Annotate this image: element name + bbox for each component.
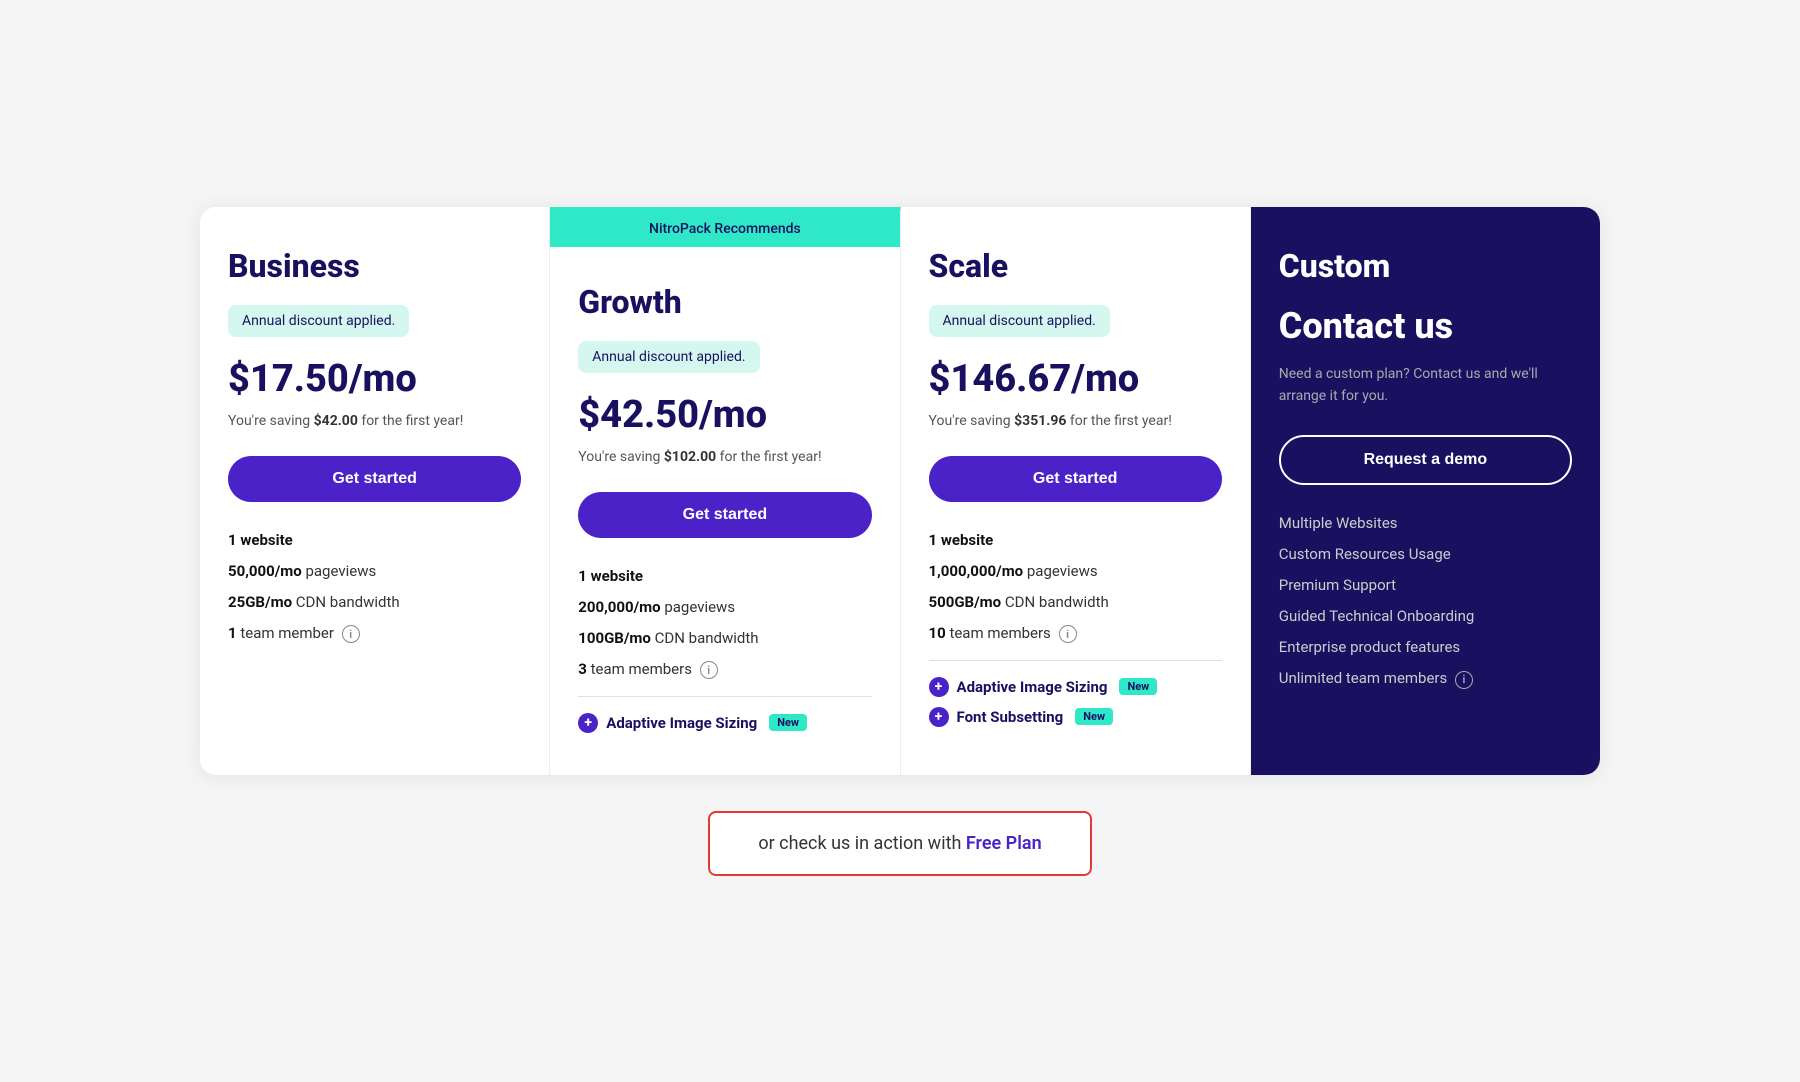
feature-pageviews-scale: 1,000,000/mo pageviews — [929, 561, 1222, 582]
feature-websites-growth: 1 website — [578, 566, 871, 587]
get-started-button-business[interactable]: Get started — [228, 456, 521, 502]
plan-name-growth: Growth — [578, 283, 871, 321]
pricing-wrapper: Business Annual discount applied. $17.50… — [200, 207, 1600, 876]
discount-badge-business: Annual discount applied. — [228, 305, 409, 337]
discount-badge-scale: Annual discount applied. — [929, 305, 1110, 337]
info-icon-team-scale[interactable]: i — [1059, 625, 1077, 643]
feature-cdn-business: 25GB/mo CDN bandwidth — [228, 592, 521, 613]
features-list-growth: 1 website 200,000/mo pageviews 100GB/mo … — [578, 566, 871, 680]
free-plan-section: or check us in action with Free Plan — [708, 811, 1091, 876]
feature-guided-onboarding: Guided Technical Onboarding — [1279, 606, 1572, 627]
plan-card-business: Business Annual discount applied. $17.50… — [200, 207, 550, 775]
get-started-button-scale[interactable]: Get started — [929, 456, 1222, 502]
pricing-cards: Business Annual discount applied. $17.50… — [200, 207, 1600, 775]
feature-multiple-websites: Multiple Websites — [1279, 513, 1572, 534]
feature-adaptive-image-growth: + Adaptive Image Sizing New — [578, 713, 871, 733]
contact-title: Contact us — [1279, 305, 1572, 347]
feature-custom-resources: Custom Resources Usage — [1279, 544, 1572, 565]
new-badge-adaptive-growth: New — [769, 714, 807, 731]
plan-name-business: Business — [228, 247, 521, 285]
price-business: $17.50/mo — [228, 357, 521, 401]
savings-growth: You're saving $102.00 for the first year… — [578, 447, 871, 468]
discount-badge-growth: Annual discount applied. — [578, 341, 759, 373]
feature-cdn-scale: 500GB/mo CDN bandwidth — [929, 592, 1222, 613]
recommended-badge: NitroPack Recommends — [550, 211, 899, 247]
plan-name-scale: Scale — [929, 247, 1222, 285]
free-plan-link[interactable]: Free Plan — [966, 833, 1042, 854]
feature-cdn-growth: 100GB/mo CDN bandwidth — [578, 628, 871, 649]
font-subsetting-label-scale: Font Subsetting — [957, 708, 1064, 726]
new-badge-adaptive-scale: New — [1119, 678, 1157, 695]
plus-icon-adaptive-growth: + — [578, 713, 598, 733]
feature-enterprise: Enterprise product features — [1279, 637, 1572, 658]
get-started-button-growth[interactable]: Get started — [578, 492, 871, 538]
feature-unlimited-team: Unlimited team members i — [1279, 668, 1572, 689]
feature-pageviews-growth: 200,000/mo pageviews — [578, 597, 871, 618]
info-icon-team-business[interactable]: i — [342, 625, 360, 643]
plus-icon-font-scale: + — [929, 707, 949, 727]
savings-scale: You're saving $351.96 for the first year… — [929, 411, 1222, 432]
plan-name-custom: Custom — [1279, 247, 1572, 285]
feature-team-scale: 10 team members i — [929, 623, 1222, 644]
adaptive-image-label-growth: Adaptive Image Sizing — [606, 714, 757, 732]
feature-premium-support: Premium Support — [1279, 575, 1572, 596]
info-icon-team-custom[interactable]: i — [1455, 671, 1473, 689]
feature-font-subsetting-scale: + Font Subsetting New — [929, 707, 1222, 727]
savings-business: You're saving $42.00 for the first year! — [228, 411, 521, 432]
plus-icon-adaptive-scale: + — [929, 677, 949, 697]
free-plan-prefix: or check us in action with — [758, 833, 966, 854]
feature-adaptive-image-scale: + Adaptive Image Sizing New — [929, 677, 1222, 697]
adaptive-image-label-scale: Adaptive Image Sizing — [957, 678, 1108, 696]
feature-divider-growth — [578, 696, 871, 697]
plan-card-custom: Custom Contact us Need a custom plan? Co… — [1251, 207, 1600, 775]
feature-websites-business: 1 website — [228, 530, 521, 551]
price-scale: $146.67/mo — [929, 357, 1222, 401]
plan-card-growth: NitroPack Recommends Growth Annual disco… — [550, 207, 900, 775]
feature-team-growth: 3 team members i — [578, 659, 871, 680]
free-plan-box: or check us in action with Free Plan — [708, 811, 1091, 876]
plan-card-scale: Scale Annual discount applied. $146.67/m… — [901, 207, 1251, 775]
features-list-scale: 1 website 1,000,000/mo pageviews 500GB/m… — [929, 530, 1222, 644]
feature-pageviews-business: 50,000/mo pageviews — [228, 561, 521, 582]
new-badge-font-scale: New — [1075, 708, 1113, 725]
price-growth: $42.50/mo — [578, 393, 871, 437]
feature-websites-scale: 1 website — [929, 530, 1222, 551]
feature-divider-scale — [929, 660, 1222, 661]
request-demo-button[interactable]: Request a demo — [1279, 435, 1572, 485]
features-list-custom: Multiple Websites Custom Resources Usage… — [1279, 513, 1572, 689]
features-list-business: 1 website 50,000/mo pageviews 25GB/mo CD… — [228, 530, 521, 644]
custom-description: Need a custom plan? Contact us and we'll… — [1279, 363, 1572, 408]
feature-team-business: 1 team member i — [228, 623, 521, 644]
info-icon-team-growth[interactable]: i — [700, 661, 718, 679]
